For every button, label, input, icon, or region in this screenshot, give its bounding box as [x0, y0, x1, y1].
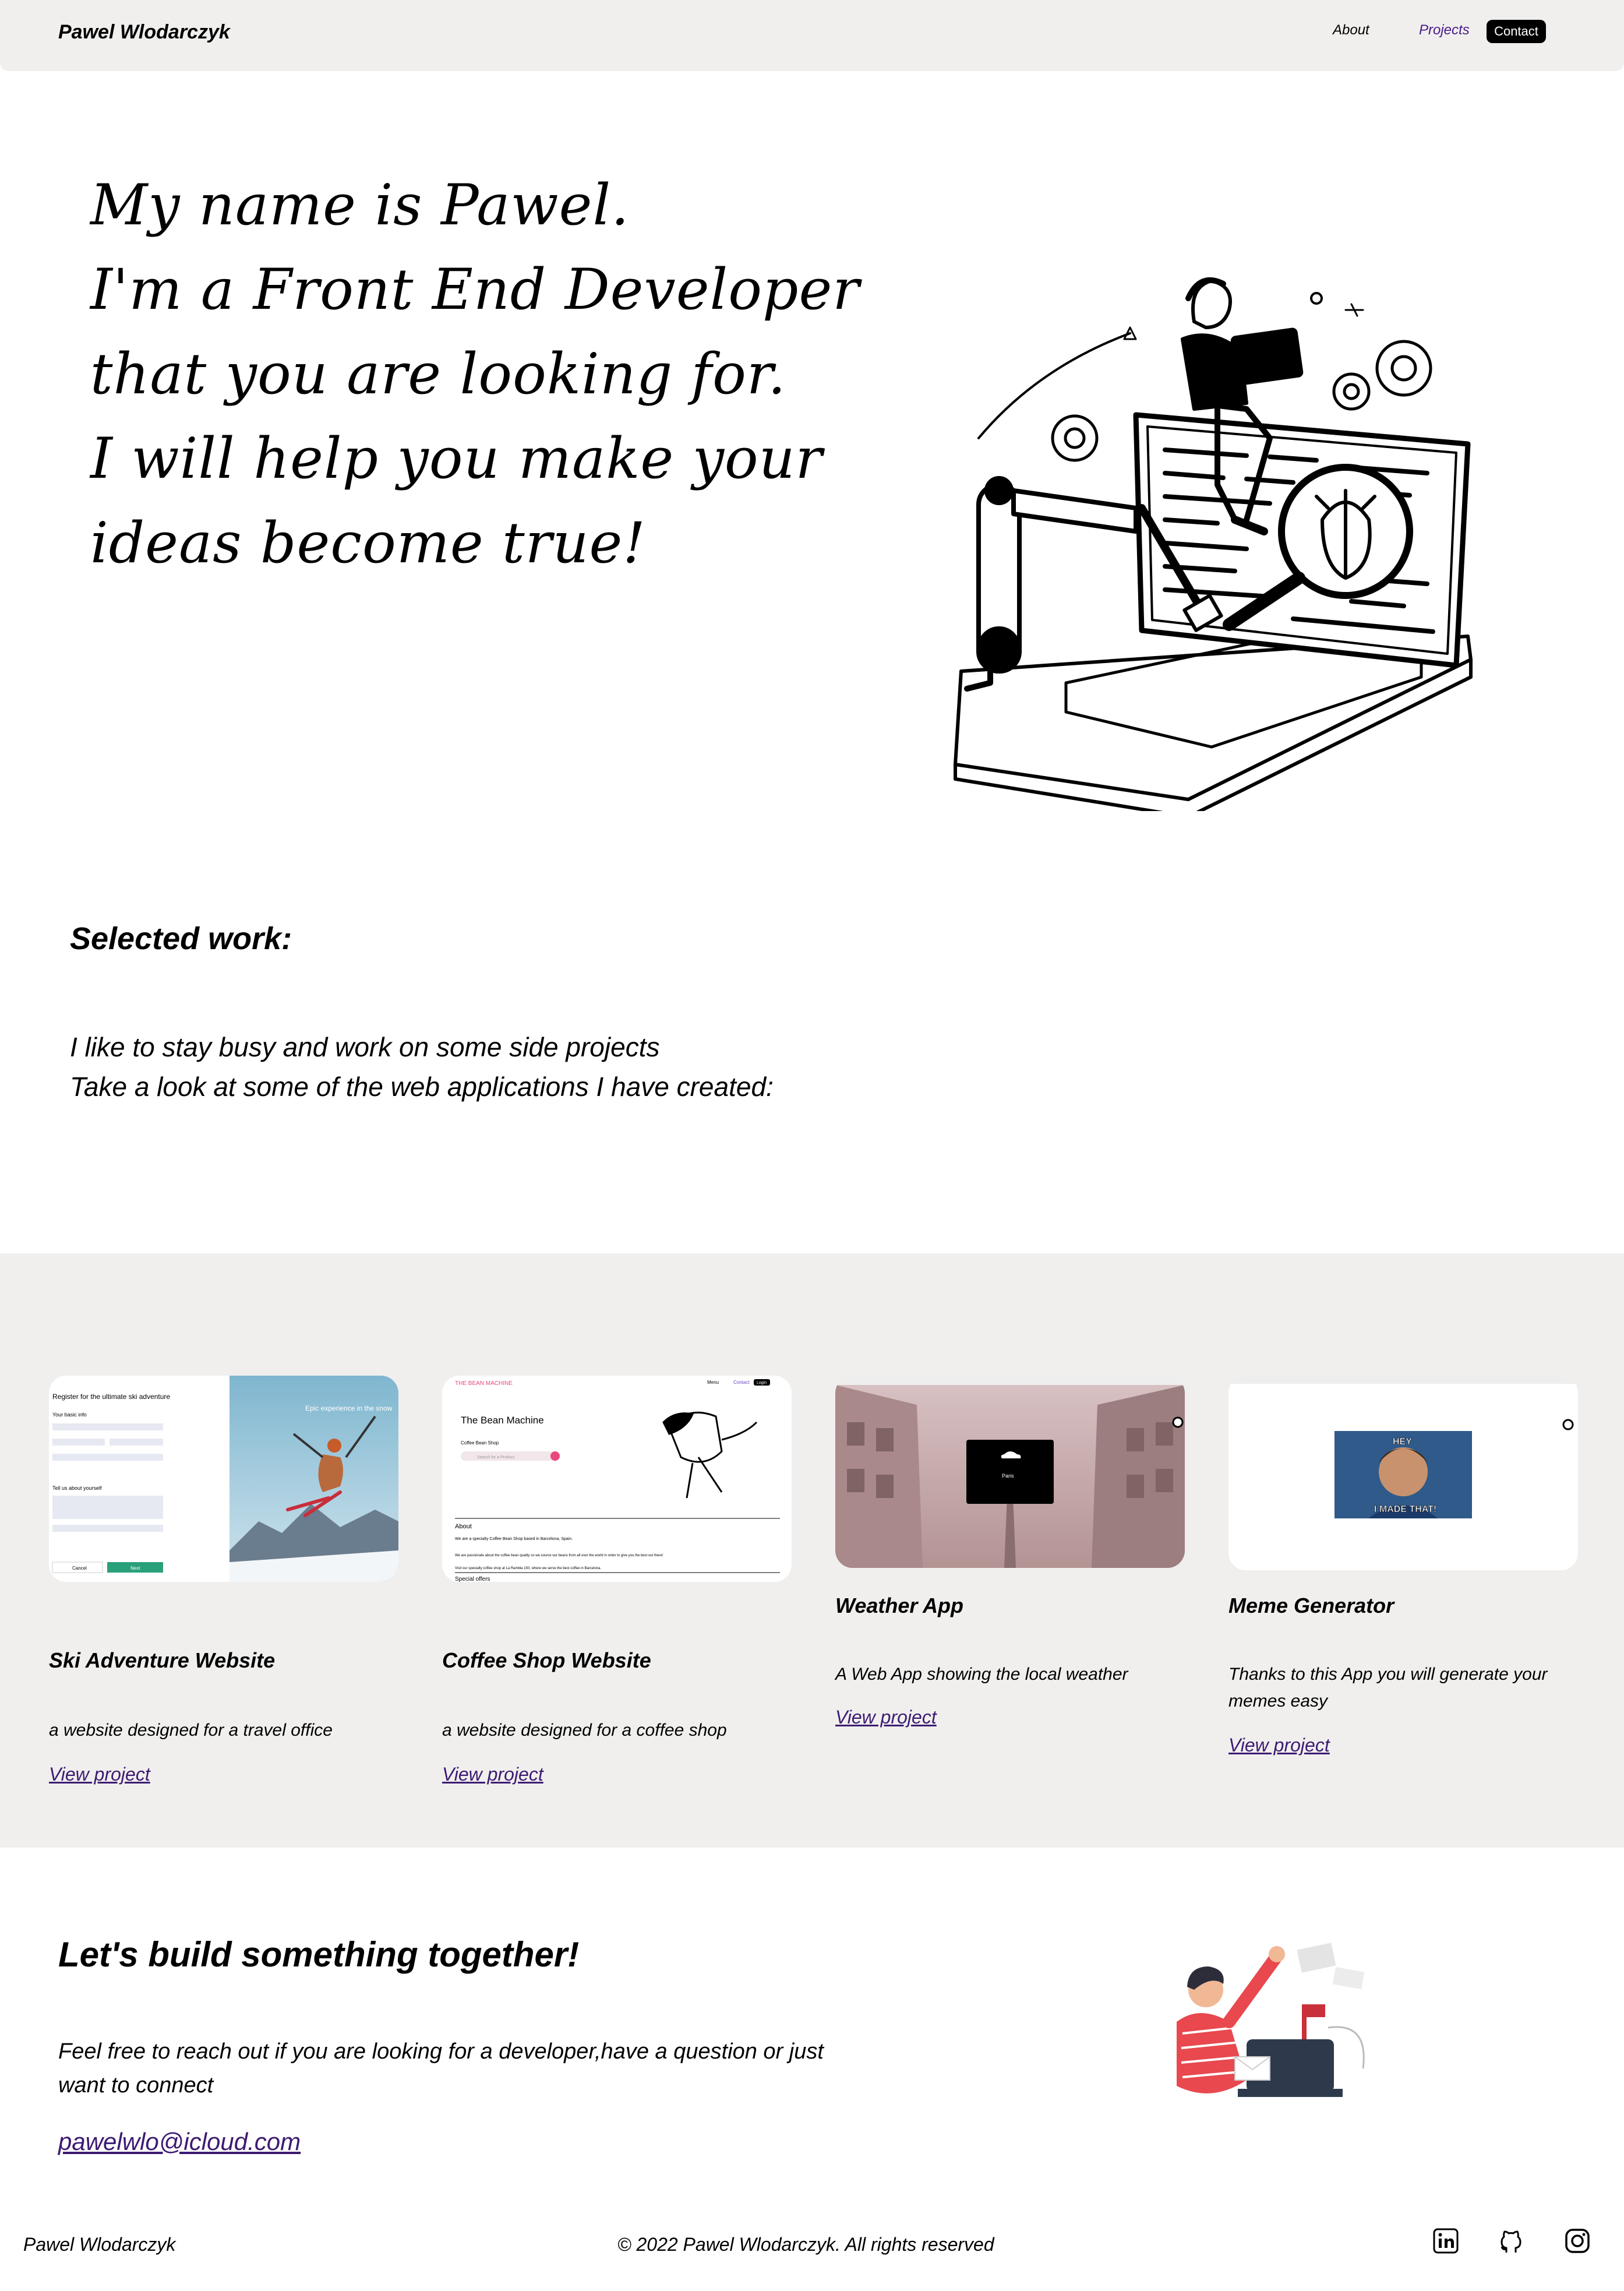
- hero-line-4: I will help you make your: [90, 426, 823, 491]
- project-title: Coffee Shop Website: [442, 1648, 651, 1672]
- coffee-subheading: Coffee Bean Shop: [461, 1440, 499, 1446]
- ski-basic-info: Your basic info: [52, 1412, 87, 1418]
- coffee-about-p1: We are a specialty Coffee Bean Shop base…: [455, 1537, 573, 1541]
- footer-copyright: © 2022 Pawel Wlodarczyk. All rights rese…: [617, 2234, 994, 2255]
- project-description: A Web App showing the local weather: [835, 1665, 1128, 1684]
- contact-title: Let's build something together!: [58, 1935, 580, 1974]
- hero-line-1: My name is Pawel.: [90, 172, 630, 238]
- github-icon[interactable]: [1496, 2226, 1526, 2256]
- coffee-heading: The Bean Machine: [461, 1415, 544, 1426]
- view-project-link[interactable]: View project: [49, 1764, 150, 1785]
- hero-line-3: that you are looking for.: [90, 341, 786, 407]
- ski-screenshot[interactable]: Epic experience in the snow Register for…: [49, 1376, 398, 1582]
- hero-line-5: ideas become true!: [90, 510, 646, 576]
- contact-text: Feel free to reach out if you are lookin…: [58, 2039, 824, 2098]
- meme-screenshot[interactable]: HEY I MADE THAT!: [1228, 1376, 1578, 1570]
- ski-hero-text: Epic experience in the snow: [305, 1404, 393, 1412]
- projects-section: Epic experience in the snow Register for…: [0, 1253, 1624, 1848]
- coffee-nav-menu: Menu: [707, 1380, 719, 1385]
- coffee-about-heading: About: [455, 1523, 472, 1530]
- hero-line-2: I'm a Front End Developer: [90, 257, 860, 322]
- meme-bottom-text: I MADE THAT!: [1374, 1504, 1436, 1514]
- ski-next-btn: Next: [130, 1566, 140, 1571]
- view-project-link[interactable]: View project: [442, 1764, 543, 1785]
- coffee-special-offers: Special offers: [455, 1576, 490, 1582]
- site-header: Pawel Wlodarczyk About Projects Contact: [0, 0, 1624, 71]
- project-title: Meme Generator: [1228, 1594, 1394, 1617]
- developer-laptop-illustration: [954, 277, 1473, 811]
- project-title: Weather App: [835, 1594, 964, 1617]
- coffee-search-placeholder: Search for a Product: [477, 1455, 514, 1460]
- project-title: Ski Adventure Website: [49, 1648, 276, 1672]
- coffee-nav-contact: Contact: [733, 1380, 750, 1385]
- view-project-link[interactable]: View project: [835, 1707, 937, 1728]
- footer-name: Pawel Wlodarczyk: [23, 2234, 176, 2255]
- project-description: a website designed for a coffee shop: [442, 1721, 727, 1740]
- site-brand[interactable]: Pawel Wlodarczyk: [58, 21, 230, 44]
- site-footer: Pawel Wlodarczyk © 2022 Pawel Wlodarczyk…: [0, 2220, 1624, 2291]
- ski-cancel-btn: Cancel: [72, 1566, 87, 1571]
- ski-form-title: Register for the ultimate ski adventure: [52, 1393, 170, 1401]
- meme-top-text: HEY: [1393, 1437, 1412, 1447]
- nav-about-link[interactable]: About: [1333, 22, 1414, 38]
- project-description: Thanks to this App you will generate you…: [1228, 1665, 1548, 1711]
- coffee-logo: THE BEAN MACHINE: [455, 1380, 513, 1387]
- coffee-nav-login: Login: [757, 1381, 767, 1385]
- contact-email-link[interactable]: pawelwlo@icloud.com: [58, 2128, 301, 2156]
- ski-tell-us: Tell us about yourself: [52, 1485, 102, 1491]
- nav-contact-button[interactable]: Contact: [1487, 20, 1546, 43]
- coffee-about-p3: Visit our specialty coffee shop at La Ra…: [455, 1567, 601, 1570]
- weather-city: Paris: [1002, 1473, 1014, 1479]
- coffee-about-p2: We are passionate about the coffee bean …: [455, 1554, 663, 1557]
- selected-work-title: Selected work:: [70, 921, 292, 956]
- coffee-screenshot[interactable]: THE BEAN MACHINE Menu Contact Login The …: [442, 1376, 792, 1582]
- view-project-link[interactable]: View project: [1228, 1735, 1330, 1756]
- project-description: a website designed for a travel office: [49, 1721, 333, 1740]
- hero-section: My name is Pawel. I'm a Front End Develo…: [0, 71, 1624, 829]
- linkedin-icon[interactable]: [1431, 2226, 1461, 2256]
- selected-work-text-2: Take a look at some of the web applicati…: [70, 1072, 774, 1102]
- weather-screenshot[interactable]: Paris: [835, 1376, 1185, 1568]
- selected-work-text-1: I like to stay busy and work on some sid…: [70, 1032, 660, 1062]
- instagram-icon[interactable]: [1562, 2226, 1593, 2256]
- person-mailbox-illustration: [1177, 1943, 1365, 2097]
